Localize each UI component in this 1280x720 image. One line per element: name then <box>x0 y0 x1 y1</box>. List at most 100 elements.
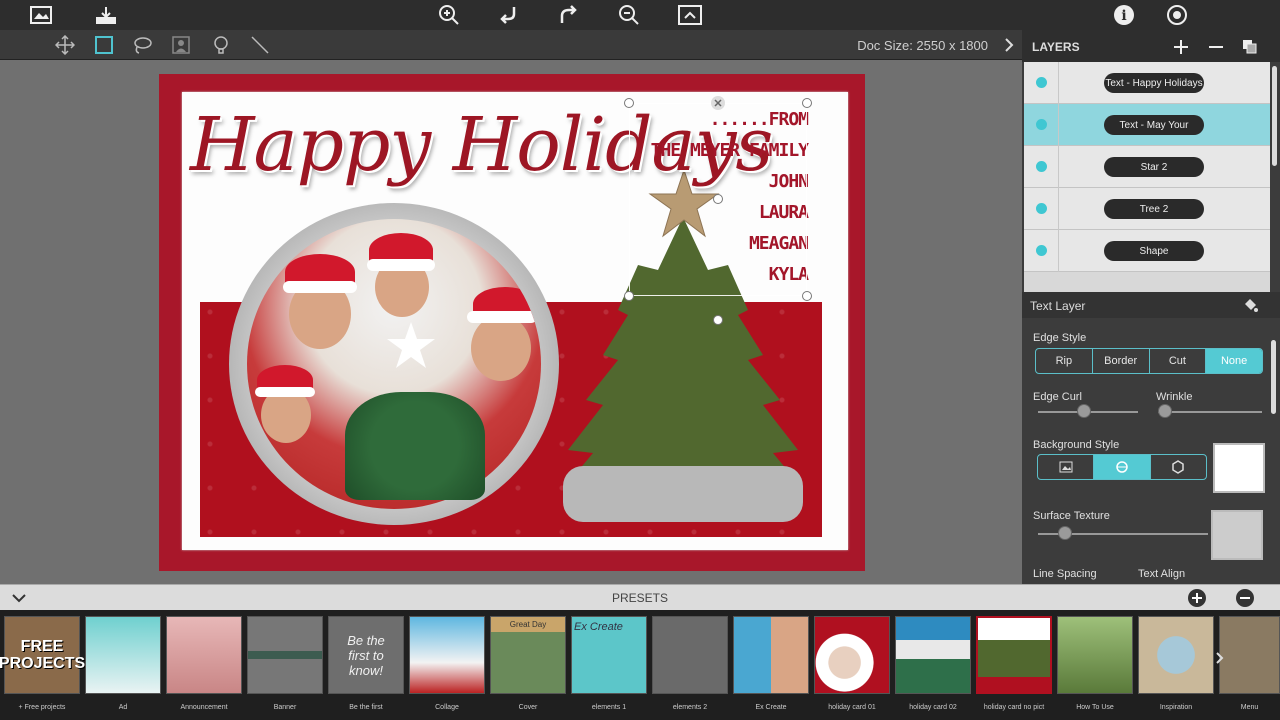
edge-style-none[interactable]: None <box>1206 349 1262 373</box>
preset-item[interactable]: holiday card 01 <box>814 616 890 716</box>
layer-row[interactable]: Text - Happy Holidays <box>1024 62 1270 104</box>
zoom-in-icon[interactable] <box>437 3 461 27</box>
preset-thumbnail <box>652 616 728 694</box>
thumb-text: Great Day <box>509 620 547 629</box>
preset-item[interactable]: FREE PROJECTS + Free projects <box>0 616 85 716</box>
layer-row[interactable]: Tree 2 <box>1024 188 1270 230</box>
bg-texture-icon[interactable] <box>1151 455 1206 479</box>
preset-label: holiday card 02 <box>909 704 957 711</box>
background-color-swatch[interactable] <box>1213 443 1265 493</box>
image-icon[interactable] <box>28 3 54 27</box>
preset-label: Banner <box>273 704 297 711</box>
preset-label: elements 2 <box>672 704 708 711</box>
zoom-out-icon[interactable] <box>617 3 641 27</box>
resize-handle[interactable] <box>624 291 634 301</box>
preset-item[interactable]: Ad <box>85 616 161 716</box>
surface-texture-label: Surface Texture <box>1033 510 1110 522</box>
resize-handle[interactable] <box>713 315 723 325</box>
layer-row-selected[interactable]: Text - May Your <box>1024 104 1270 146</box>
panel-scrollbar[interactable] <box>1271 340 1276 414</box>
chevron-right-icon[interactable] <box>1000 36 1018 54</box>
thumb-text: Be the first to know! <box>347 632 385 678</box>
delete-selection-icon[interactable] <box>709 94 727 112</box>
tools-bar: Doc Size: 2550 x 1800 <box>0 30 1022 60</box>
layer-row[interactable]: Shape <box>1024 230 1270 272</box>
small-christmas-tree <box>345 392 485 500</box>
redo-icon[interactable] <box>557 3 581 27</box>
visibility-dot-icon[interactable] <box>1036 161 1047 172</box>
preset-item[interactable]: holiday card 02 <box>895 616 971 716</box>
edge-style-cut[interactable]: Cut <box>1150 349 1207 373</box>
wrinkle-slider-track[interactable] <box>1158 411 1262 413</box>
person-tool-icon[interactable] <box>170 34 192 56</box>
preset-item[interactable]: How To Use <box>1057 616 1133 716</box>
preset-item[interactable]: Announcement <box>166 616 242 716</box>
layer-label: Tree 2 <box>1104 199 1204 219</box>
preset-label: holiday card no pict <box>983 704 1045 711</box>
preset-item[interactable]: Be the first to know! Be the first <box>328 616 404 716</box>
line-tool-icon[interactable] <box>249 34 271 56</box>
edge-style-label: Edge Style <box>1033 332 1087 344</box>
preset-item[interactable]: Ex Create elements 1 <box>571 616 647 716</box>
preset-label: Be the first <box>349 704 383 711</box>
visibility-dot-icon[interactable] <box>1036 203 1047 214</box>
resize-handle[interactable] <box>802 98 812 108</box>
edge-curl-slider-knob[interactable] <box>1077 404 1091 418</box>
presets-title: PRESETS <box>611 591 668 605</box>
scroll-right-icon[interactable] <box>1214 650 1226 666</box>
layer-row[interactable]: Star 2 <box>1024 146 1270 188</box>
resize-handle[interactable] <box>624 98 634 108</box>
hat-rim <box>255 387 315 397</box>
face <box>471 315 531 381</box>
preset-item[interactable]: Inspiration <box>1138 616 1214 716</box>
divider <box>1058 62 1059 104</box>
preset-thumbnail <box>976 616 1052 694</box>
preset-thumbnail <box>247 616 323 694</box>
save-icon[interactable] <box>93 3 119 27</box>
preset-item[interactable]: elements 2 <box>652 616 728 716</box>
fit-screen-icon[interactable] <box>677 3 703 27</box>
preset-item[interactable]: Great Day Cover <box>490 616 566 716</box>
remove-layer-icon[interactable] <box>1207 38 1225 56</box>
preset-thumbnail <box>166 616 242 694</box>
background-style-selector <box>1037 454 1207 480</box>
wrinkle-slider-knob[interactable] <box>1158 404 1172 418</box>
preset-item[interactable]: Menu <box>1219 616 1280 716</box>
preset-thumbnail <box>1138 616 1214 694</box>
move-tool-icon[interactable] <box>54 34 76 56</box>
resize-handle[interactable] <box>713 194 723 204</box>
edge-style-rip[interactable]: Rip <box>1036 349 1093 373</box>
preset-label: Inspiration <box>1159 704 1193 711</box>
visibility-dot-icon[interactable] <box>1036 77 1047 88</box>
surface-texture-swatch[interactable] <box>1211 510 1263 560</box>
settings-icon[interactable] <box>1165 3 1189 27</box>
undo-icon[interactable] <box>497 3 521 27</box>
duplicate-layer-icon[interactable] <box>1241 38 1259 56</box>
bg-pattern-icon[interactable] <box>1094 455 1151 479</box>
add-layer-icon[interactable] <box>1172 38 1190 56</box>
visibility-dot-icon[interactable] <box>1036 119 1047 130</box>
white-star-icon[interactable] <box>385 320 437 372</box>
visibility-dot-icon[interactable] <box>1036 245 1047 256</box>
preset-thumbnail <box>1219 616 1280 694</box>
preset-item[interactable]: holiday card no pict <box>976 616 1052 716</box>
glitter-base[interactable] <box>563 466 803 522</box>
thumb-text: Ex Create <box>574 621 623 633</box>
preset-label: How To Use <box>1076 704 1114 711</box>
layers-scroll-thumb[interactable] <box>1272 66 1277 166</box>
preset-item[interactable]: Ex Create <box>733 616 809 716</box>
top-toolbar: i <box>0 0 1280 30</box>
preset-item[interactable]: Banner <box>247 616 323 716</box>
bg-image-icon[interactable] <box>1038 455 1095 479</box>
preset-item[interactable]: Collage <box>409 616 485 716</box>
add-preset-icon[interactable] <box>1187 588 1207 608</box>
remove-preset-icon[interactable] <box>1235 588 1255 608</box>
rectangle-select-icon[interactable] <box>93 34 115 56</box>
edge-style-border[interactable]: Border <box>1093 349 1150 373</box>
lasso-icon[interactable] <box>131 34 153 56</box>
surface-texture-slider-knob[interactable] <box>1058 526 1072 540</box>
paint-bucket-icon[interactable] <box>1240 295 1260 315</box>
info-icon[interactable]: i <box>1112 3 1136 27</box>
resize-handle[interactable] <box>802 291 812 301</box>
lightbulb-icon[interactable] <box>210 34 232 56</box>
